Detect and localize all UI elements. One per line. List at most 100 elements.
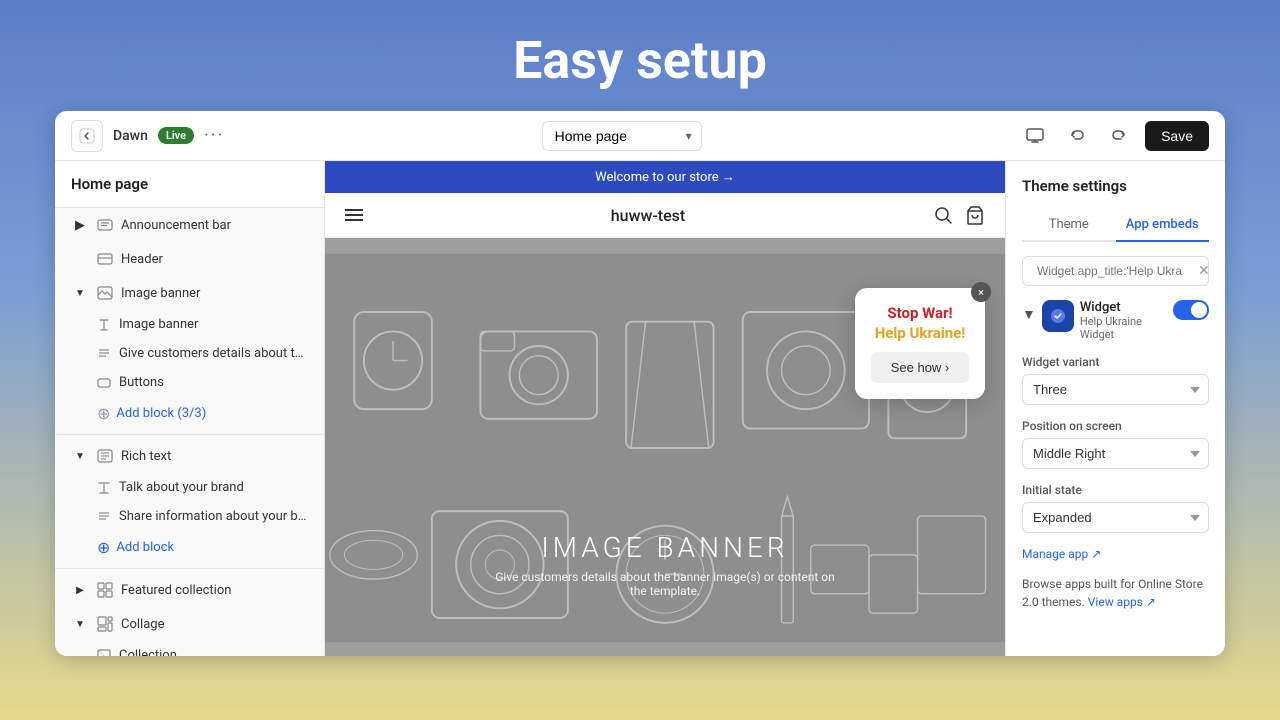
widget-popup: × Stop War! Help Ukraine! See how › <box>855 288 985 399</box>
rich-text-icon <box>97 448 113 464</box>
live-badge: Live <box>158 127 194 144</box>
right-panel-tabs: Theme App embeds <box>1022 209 1209 242</box>
featured-collection-label: Featured collection <box>121 583 308 598</box>
main-container: Dawn Live ··· Home page About Contact Pr… <box>55 111 1225 656</box>
sidebar-item-featured-collection[interactable]: ▶ Featured collection <box>55 573 324 607</box>
tab-theme[interactable]: Theme <box>1022 209 1116 242</box>
widget-close-button[interactable]: × <box>971 282 991 302</box>
sub-give-customers-label: Give customers details about t… <box>119 346 303 361</box>
header-label: Header <box>121 252 308 267</box>
image-banner-section-label: Image banner <box>121 286 308 301</box>
position-on-screen-select[interactable]: Middle Right Top Left Top Right Middle L… <box>1022 438 1209 469</box>
featured-collection-icon <box>97 582 113 598</box>
field-position-on-screen: Position on screen Middle Right Top Left… <box>1022 419 1209 469</box>
search-icon <box>933 205 953 225</box>
left-sidebar: Home page ▶ Announcement bar Head <box>55 161 325 656</box>
search-box: ✕ <box>1022 256 1209 286</box>
add-block-rich-text[interactable]: ⊕ Add block <box>55 531 324 564</box>
undo-icon <box>1069 128 1085 144</box>
undo-button[interactable] <box>1061 120 1093 152</box>
nav-icons <box>933 205 985 225</box>
sidebar-sub-collection-1[interactable]: Collection <box>55 641 324 656</box>
collage-icon <box>97 616 113 632</box>
widget-help-ukraine-text: Help Ukraine! <box>871 324 969 342</box>
widget-app-icon <box>1042 300 1074 332</box>
view-apps-link[interactable]: View apps ↗ <box>1088 595 1156 609</box>
sidebar-item-announcement-bar[interactable]: ▶ Announcement bar <box>55 208 324 242</box>
sub-image-banner-label: Image banner <box>119 317 198 332</box>
widget-toggle[interactable] <box>1173 300 1209 320</box>
manage-app-link[interactable]: Manage app ↗ <box>1022 547 1209 561</box>
page-select-wrapper: Home page About Contact Products <box>542 121 702 151</box>
sidebar-sub-talk-brand[interactable]: Talk about your brand <box>55 473 324 502</box>
sidebar-sub-give-customers[interactable]: Give customers details about t… <box>55 339 324 368</box>
page-select[interactable]: Home page About Contact Products <box>542 121 702 151</box>
chevron-right-icon: ▶ <box>71 216 89 234</box>
preview-image-area: Image banner Give customers details abou… <box>325 238 1005 656</box>
widget-sub: Help Ukraine Widget <box>1080 315 1167 341</box>
initial-state-label: Initial state <box>1022 483 1209 497</box>
back-button[interactable] <box>71 120 103 152</box>
right-panel-title: Theme settings <box>1022 177 1209 195</box>
sub-buttons-label: Buttons <box>119 375 164 390</box>
widget-see-how-button[interactable]: See how › <box>871 352 969 383</box>
initial-state-select[interactable]: Expanded Collapsed <box>1022 502 1209 533</box>
sidebar-item-image-banner[interactable]: ▼ Image banner <box>55 276 324 310</box>
sidebar-sub-image-banner[interactable]: Image banner <box>55 310 324 339</box>
add-block-image-banner[interactable]: ⊕ Add block (3/3) <box>55 397 324 430</box>
add-blue-icon: ⊕ <box>97 538 110 557</box>
list-icon-2 <box>97 510 111 524</box>
body-area: Home page ▶ Announcement bar Head <box>55 161 1225 656</box>
search-input[interactable] <box>1037 264 1192 278</box>
sidebar-header: Home page <box>55 161 324 208</box>
redo-button[interactable] <box>1103 120 1135 152</box>
field-initial-state: Initial state Expanded Collapsed <box>1022 483 1209 533</box>
text-icon-2 <box>97 481 111 495</box>
preview-area: Welcome to our store → huww-test <box>325 161 1005 656</box>
divider-2 <box>55 568 324 569</box>
widget-expand-button[interactable]: ▼ <box>1022 300 1036 323</box>
preview-image-title: Image banner Give customers details abou… <box>495 531 835 598</box>
search-clear-button[interactable]: ✕ <box>1198 263 1210 279</box>
add-block-rich-text-label: Add block <box>116 540 174 555</box>
field-widget-variant: Widget variant Three One Two Four <box>1022 355 1209 405</box>
rich-text-label: Rich text <box>121 449 308 464</box>
theme-name-label: Dawn <box>113 128 148 144</box>
hamburger-icon <box>345 206 363 224</box>
sidebar-sub-share-info[interactable]: Share information about your b… <box>55 502 324 531</box>
widget-row: ▼ Widget Help Ukraine Widget <box>1022 300 1209 341</box>
widget-stop-war-text: Stop War! <box>871 304 969 322</box>
toolbar-left: Dawn Live ··· <box>71 120 224 152</box>
preview-announcement-bar: Welcome to our store → <box>325 161 1005 193</box>
save-button[interactable]: Save <box>1145 121 1209 151</box>
widget-info: Widget Help Ukraine Widget <box>1080 300 1167 341</box>
desktop-view-button[interactable] <box>1019 120 1051 152</box>
sidebar-item-rich-text[interactable]: ▼ Rich text <box>55 439 324 473</box>
widget-variant-select[interactable]: Three One Two Four <box>1022 374 1209 405</box>
tab-app-embeds[interactable]: App embeds <box>1116 209 1210 242</box>
manage-app-label: Manage app ↗ <box>1022 547 1101 561</box>
chevron-right-icon-3: ▶ <box>71 581 89 599</box>
chevron-down-icon: ▼ <box>71 284 89 302</box>
sub-collection-1-label: Collection <box>119 648 177 656</box>
text-icon <box>97 318 111 332</box>
back-icon <box>79 128 95 144</box>
sub-talk-brand-label: Talk about your brand <box>119 480 244 495</box>
toolbar: Dawn Live ··· Home page About Contact Pr… <box>55 111 1225 161</box>
sidebar-sub-buttons[interactable]: Buttons <box>55 368 324 397</box>
redo-icon <box>1111 128 1127 144</box>
toolbar-center: Home page About Contact Products <box>236 121 1007 151</box>
right-panel: Theme settings Theme App embeds ✕ ▼ <box>1005 161 1225 656</box>
sub-share-info-label: Share information about your b… <box>119 509 306 524</box>
toolbar-right: Save <box>1019 120 1209 152</box>
widget-name: Widget <box>1080 300 1167 315</box>
add-icon: ⊕ <box>97 404 110 423</box>
sidebar-item-collage[interactable]: ▼ Collage <box>55 607 324 641</box>
collection-icon <box>97 649 111 657</box>
collage-label: Collage <box>121 617 308 632</box>
cart-icon <box>965 205 985 225</box>
image-banner-icon <box>97 285 113 301</box>
more-options-button[interactable]: ··· <box>204 125 224 146</box>
sidebar-item-header[interactable]: Header <box>55 242 324 276</box>
divider-1 <box>55 434 324 435</box>
